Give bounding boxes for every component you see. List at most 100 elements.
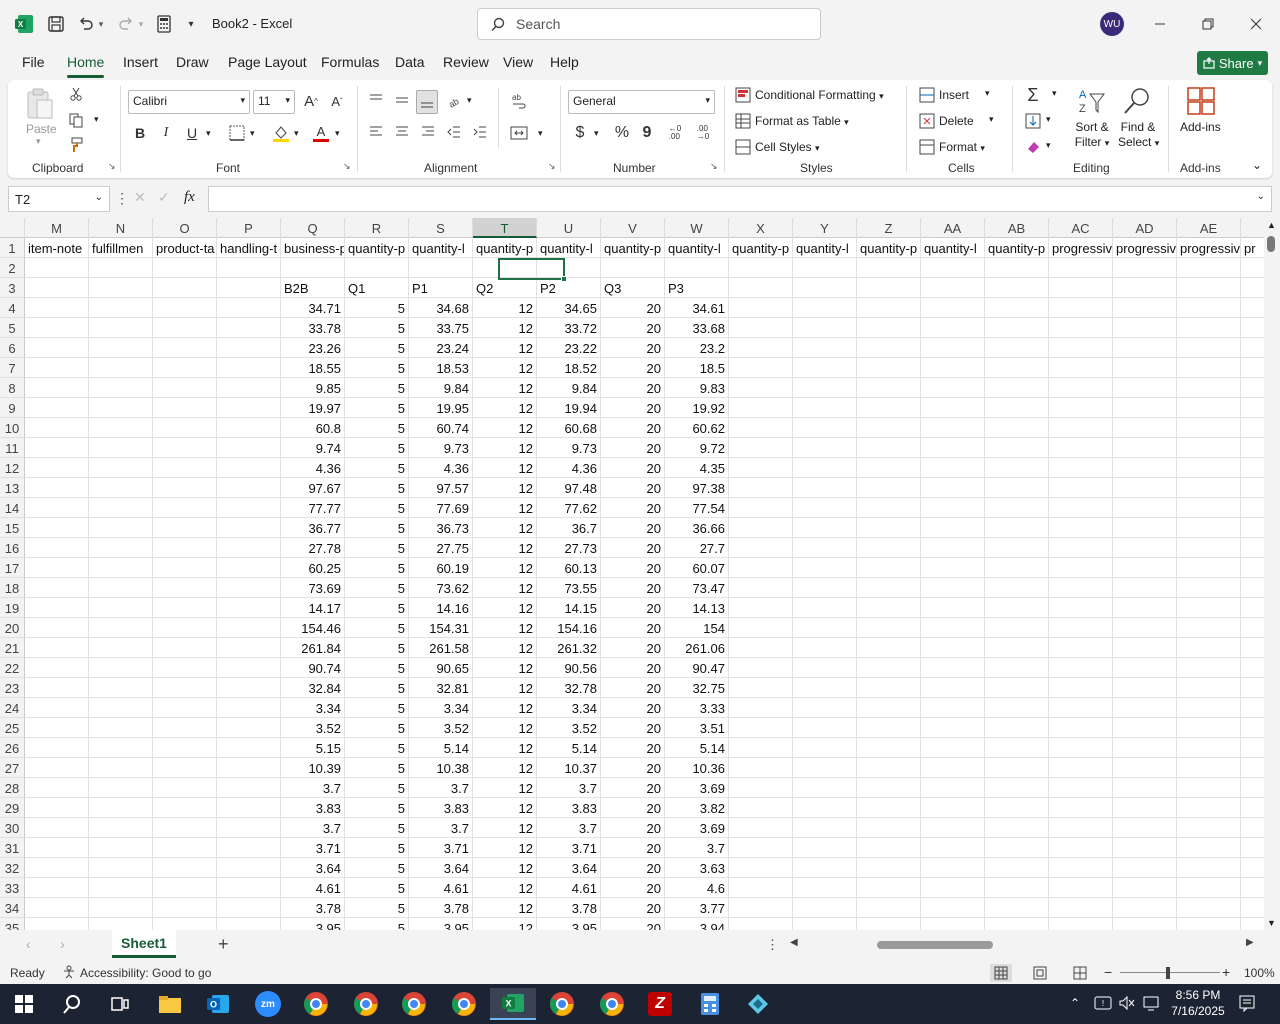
cell[interactable] [25,438,89,458]
cell[interactable]: 33.72 [537,318,601,338]
cell[interactable] [921,858,985,878]
add-ins-button[interactable]: Add-ins [1180,120,1221,134]
scroll-up-icon[interactable]: ▲ [1267,220,1276,230]
cell[interactable] [25,678,89,698]
cell[interactable] [153,318,217,338]
cell[interactable] [89,298,153,318]
cell[interactable] [793,638,857,658]
cell[interactable] [217,638,281,658]
sheet-options-icon[interactable]: ⋮ [766,937,779,953]
cell[interactable] [985,658,1049,678]
cell[interactable] [921,558,985,578]
cell[interactable] [729,458,793,478]
cell[interactable]: 3.95 [409,918,473,930]
cell[interactable] [729,378,793,398]
cell[interactable] [985,798,1049,818]
row-header[interactable]: 30 [0,818,25,838]
cell[interactable] [793,558,857,578]
cell[interactable] [921,898,985,918]
cell[interactable] [857,258,921,278]
cell[interactable]: 3.52 [537,718,601,738]
cell[interactable] [89,338,153,358]
cell[interactable]: 5 [345,918,409,930]
cell[interactable] [153,438,217,458]
cell[interactable]: 23.22 [537,338,601,358]
cell[interactable] [921,438,985,458]
copy-dropdown-icon[interactable]: ▾ [94,114,99,125]
cell[interactable] [1241,698,1264,718]
cell[interactable] [1241,598,1264,618]
excel-taskbar-icon[interactable]: X [490,988,536,1020]
cell[interactable] [921,618,985,638]
cell[interactable] [665,258,729,278]
cell[interactable]: 12 [473,358,537,378]
cell[interactable] [729,758,793,778]
cell[interactable]: 12 [473,818,537,838]
cell[interactable]: Q3 [601,278,665,298]
cell[interactable] [985,298,1049,318]
cell[interactable]: 5 [345,418,409,438]
cell[interactable] [793,438,857,458]
cell[interactable] [857,798,921,818]
cell[interactable]: 20 [601,598,665,618]
cell[interactable]: 23.26 [281,338,345,358]
cell[interactable] [153,778,217,798]
cell[interactable] [921,678,985,698]
cell[interactable]: 3.7 [537,778,601,798]
cell[interactable] [1113,658,1177,678]
vertical-scroll-thumb[interactable] [1267,236,1275,252]
cell[interactable]: 3.69 [665,818,729,838]
cell[interactable] [1049,618,1113,638]
cell[interactable] [89,778,153,798]
cell[interactable] [1241,758,1264,778]
clear-icon[interactable] [1022,136,1044,158]
cell[interactable]: 97.57 [409,478,473,498]
find-select-button[interactable]: Find & Select ▾ [1118,120,1159,151]
cell[interactable] [25,378,89,398]
cell[interactable]: product-ta [153,238,217,258]
cell[interactable] [793,338,857,358]
cell[interactable]: 27.73 [537,538,601,558]
cell[interactable]: 33.78 [281,318,345,338]
cell[interactable]: 12 [473,438,537,458]
cell[interactable] [153,738,217,758]
cell[interactable] [1241,258,1264,278]
cell[interactable]: 60.13 [537,558,601,578]
filezilla-icon[interactable]: Z [640,988,680,1020]
cell[interactable] [921,598,985,618]
cell[interactable]: 3.69 [665,778,729,798]
cell[interactable] [601,258,665,278]
cell[interactable]: 97.38 [665,478,729,498]
cell[interactable] [1049,258,1113,278]
cell[interactable]: 5 [345,858,409,878]
cell[interactable] [729,398,793,418]
cell[interactable] [1177,258,1241,278]
cell[interactable]: 97.48 [537,478,601,498]
cell[interactable] [89,318,153,338]
row-header[interactable]: 21 [0,638,25,658]
cell[interactable] [985,578,1049,598]
cell[interactable] [153,658,217,678]
cell[interactable]: 20 [601,678,665,698]
cell[interactable] [345,258,409,278]
cell[interactable]: 60.07 [665,558,729,578]
cell[interactable] [1049,738,1113,758]
cell[interactable]: 4.61 [537,878,601,898]
cell[interactable]: 5 [345,458,409,478]
cell[interactable] [985,358,1049,378]
row-header[interactable]: 7 [0,358,25,378]
cell[interactable]: 20 [601,698,665,718]
row-header[interactable]: 12 [0,458,25,478]
cell[interactable] [153,698,217,718]
cell[interactable]: 3.34 [409,698,473,718]
cell[interactable] [921,818,985,838]
cell[interactable] [153,518,217,538]
cell[interactable]: 4.35 [665,458,729,478]
font-launcher-icon[interactable]: ↘ [343,161,351,172]
column-header[interactable]: X [729,218,793,238]
cell[interactable] [793,278,857,298]
cell[interactable]: quantity-p [729,238,793,258]
cell[interactable]: 73.47 [665,578,729,598]
cell[interactable] [1241,558,1264,578]
cell[interactable] [729,718,793,738]
